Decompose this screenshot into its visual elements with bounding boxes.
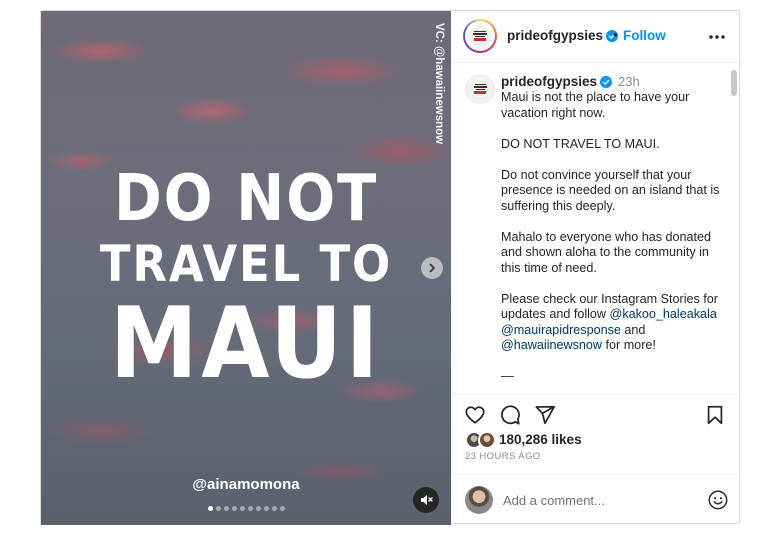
mention-link[interactable]: @hawaiinewsnow	[501, 338, 602, 352]
post-media[interactable]: VC: @hawaiinewsnow DO NOT TRAVEL TO MAUI…	[41, 11, 451, 525]
brand-logo-icon	[469, 25, 491, 47]
headline-line-3: MAUI	[109, 287, 383, 401]
share-icon	[535, 405, 556, 425]
caption-username[interactable]: prideofgypsies	[501, 74, 597, 89]
comment-button[interactable]	[498, 403, 522, 427]
carousel-dot	[207, 506, 213, 511]
caption-header: prideofgypsies 23h	[501, 74, 640, 89]
headline-line-1: DO NOT	[113, 162, 379, 236]
author-avatar[interactable]	[463, 19, 497, 53]
carousel-indicator	[41, 506, 451, 511]
carousel-dot	[271, 506, 277, 511]
carousel-dot	[263, 506, 269, 511]
comment-divider	[451, 474, 739, 475]
likes-count[interactable]: 180,286 likes	[499, 432, 582, 447]
caption-author-avatar[interactable]	[465, 74, 495, 104]
emoji-icon[interactable]	[707, 489, 729, 511]
instagram-post: VC: @hawaiinewsnow DO NOT TRAVEL TO MAUI…	[40, 10, 740, 525]
video-credit-watermark: VC: @hawaiinewsnow	[433, 23, 445, 145]
post-timestamp[interactable]: 23 HOURS AGO	[465, 451, 541, 462]
carousel-dot	[279, 506, 285, 511]
heart-icon	[465, 406, 485, 424]
caption-paragraph: Please check our Instagram Stories for u…	[501, 291, 718, 353]
bookmark-icon	[707, 405, 723, 425]
caption-time[interactable]: 23h	[618, 74, 640, 89]
headline-line-2: TRAVEL TO	[99, 235, 393, 293]
liker-avatar	[478, 431, 496, 449]
carousel-dot	[231, 506, 237, 511]
current-user-avatar	[465, 486, 493, 514]
caption-paragraph: Mahalo to everyone who has donated and s…	[501, 229, 712, 275]
follow-button[interactable]: Follow	[623, 28, 666, 43]
header-separator: •	[613, 27, 618, 42]
chevron-right-icon	[429, 263, 435, 273]
carousel-dot	[239, 506, 245, 511]
caption-paragraph: Do not convince yourself that your prese…	[501, 167, 720, 213]
liker-avatars[interactable]	[465, 431, 499, 449]
comments-section[interactable]: prideofgypsies 23h Maui is not the place …	[451, 64, 739, 394]
media-credit: @ainamomona	[192, 476, 300, 493]
author-username[interactable]: prideofgypsies	[507, 28, 619, 43]
carousel-dot	[215, 506, 221, 511]
share-button[interactable]	[533, 403, 557, 427]
caption-paragraph: Maui is not the place to have your vacat…	[501, 90, 690, 120]
carousel-dot	[223, 506, 229, 511]
more-horizontal-icon[interactable]	[707, 29, 727, 45]
verified-badge-icon	[600, 76, 613, 88]
save-button[interactable]	[703, 403, 727, 427]
comment-icon	[501, 405, 520, 425]
caption-paragraph: DO NOT TRAVEL TO MAUI.	[501, 136, 660, 151]
caption-text: Maui is not the place to have your vacat…	[501, 90, 727, 394]
actions-divider	[451, 394, 739, 395]
mention-link[interactable]: @mauirapidresponse	[501, 323, 621, 337]
comments-scrollbar[interactable]	[731, 70, 737, 96]
mention-link[interactable]: @kakoo_haleakala	[610, 307, 717, 321]
carousel-dot	[255, 506, 261, 511]
carousel-dot	[247, 506, 253, 511]
post-side-panel: prideofgypsies • Follow prideofgypsies 23…	[451, 11, 739, 523]
caption-dash: —	[501, 369, 514, 383]
post-header: prideofgypsies • Follow	[451, 11, 739, 63]
add-comment-input[interactable]	[503, 490, 693, 510]
like-button[interactable]	[463, 403, 487, 427]
carousel-next-button[interactable]	[421, 257, 443, 279]
speaker-muted-icon	[421, 495, 433, 505]
